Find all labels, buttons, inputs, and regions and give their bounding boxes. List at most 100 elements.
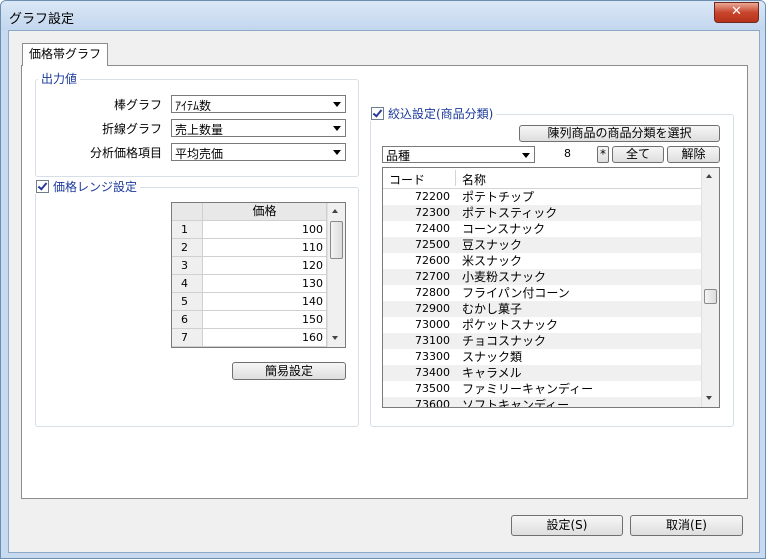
category-list-scrollbar[interactable] [701,168,719,407]
price-range-title: 価格レンジ設定 [53,180,138,194]
price-cell[interactable]: 140 [203,293,327,311]
price-cell[interactable]: 100 [203,221,327,239]
list-body: 72200 ポテトチップ 72300 ポテトスティック 72400 コーンスナック 7… [383,189,701,407]
list-item[interactable]: 72300 ポテトスティック [383,205,701,221]
item-code: 73000 [415,318,450,331]
select-all-button[interactable]: 全て [612,146,664,163]
row-number: 2 [172,239,203,257]
item-name: 米スナック [462,254,523,268]
price-range-group: 価格レンジ設定 価格 1 100 2 110 3 120 4 130 5 140… [33,180,359,427]
category-level-select[interactable]: 品種 [382,146,535,163]
client-area: 価格帯グラフ 出力値 棒グラフ ｱｲﾃﾑ数 折線グラフ 売上数量 分析価格項目 … [8,30,760,553]
checkbox-checked-icon [36,180,49,193]
item-name: 小麦粉スナック [462,270,547,284]
row-number: 7 [172,329,203,347]
ok-button[interactable]: 設定(S) [511,515,623,536]
bar-graph-value: ｱｲﾃﾑ数 [175,99,212,113]
list-item[interactable]: 72400 コーンスナック [383,221,701,237]
item-name: キャラメル [462,366,522,380]
bar-graph-select[interactable]: ｱｲﾃﾑ数 [171,95,346,113]
price-cell[interactable]: 150 [203,311,327,329]
item-code: 72900 [415,302,450,315]
analysis-price-select[interactable]: 平均売価 [171,143,346,161]
item-code: 72400 [415,222,450,235]
category-count-field[interactable]: 8 [540,146,575,163]
price-grid-scrollbar[interactable] [327,203,345,347]
item-name: スナック類 [462,350,523,364]
code-column-header[interactable]: コード [389,171,425,188]
chevron-down-icon [333,126,341,131]
close-button[interactable]: ✕ [714,2,759,23]
list-item[interactable]: 72800 フライパン付コーン [383,285,701,301]
price-range-checkbox[interactable]: 価格レンジ設定 [33,180,141,194]
list-item[interactable]: 73000 ポケットスナック [383,317,701,333]
item-code: 73500 [415,382,450,395]
easy-setting-button[interactable]: 簡易設定 [232,362,346,380]
category-list[interactable]: コード 名称 72200 ポテトチップ 72300 ポテトスティック 72400 コー… [382,167,720,408]
row-number: 6 [172,311,203,329]
list-item[interactable]: 72600 米スナック [383,253,701,269]
item-name: ファミリーキャンディー [462,382,594,396]
row-number: 5 [172,293,203,311]
list-item[interactable]: 72700 小麦粉スナック [383,269,701,285]
item-name: ポケットスナック [462,318,559,332]
row-number: 3 [172,257,203,275]
select-category-button[interactable]: 陳列商品の商品分類を選択 [519,125,720,142]
scroll-down-icon[interactable] [706,396,712,400]
scroll-thumb[interactable] [704,289,717,304]
price-cell[interactable]: 110 [203,239,327,257]
price-range-grid[interactable]: 価格 1 100 2 110 3 120 4 130 5 140 6 150 7… [171,202,346,348]
item-name: むかし菓子 [462,302,523,316]
filter-checkbox[interactable]: 絞込設定(商品分類) [368,107,497,121]
list-item[interactable]: 73400 キャラメル [383,365,701,381]
dialog-window: グラフ設定 ✕ 価格帯グラフ 出力値 棒グラフ ｱｲﾃﾑ数 折線グラフ 売上数量… [0,0,766,559]
item-name: ソフトキャンディー [462,398,570,407]
list-item[interactable]: 73300 スナック類 [383,349,701,365]
tab-price-band-graph[interactable]: 価格帯グラフ [22,43,108,66]
list-item[interactable]: 72900 むかし菓子 [383,301,701,317]
wildcard-button[interactable]: * [597,146,609,163]
list-header: コード 名称 [383,168,701,189]
list-item[interactable]: 73100 チョコスナック [383,333,701,349]
item-code: 73100 [415,334,450,347]
line-graph-label: 折線グラフ [101,122,162,136]
filter-title: 絞込設定(商品分類) [388,107,494,121]
item-code: 72700 [415,270,450,283]
scroll-up-icon[interactable] [706,174,712,178]
bar-graph-label: 棒グラフ [113,98,162,112]
title-bar[interactable]: グラフ設定 ✕ [1,1,765,30]
analysis-price-label: 分析価格項目 [89,146,162,160]
category-level-value: 品種 [386,149,411,163]
checkbox-checked-icon [371,107,384,120]
list-item[interactable]: 73500 ファミリーキャンディー [383,381,701,397]
item-name: フライパン付コーン [462,286,570,300]
chevron-down-icon [333,150,341,155]
chevron-down-icon [333,102,341,107]
scroll-thumb[interactable] [330,221,343,259]
list-item[interactable]: 72500 豆スナック [383,237,701,253]
row-number: 1 [172,221,203,239]
list-item[interactable]: 72200 ポテトチップ [383,189,701,205]
list-item[interactable]: 73600 ソフトキャンディー [383,397,701,407]
header-divider [455,170,456,186]
tab-panel: 出力値 棒グラフ ｱｲﾃﾑ数 折線グラフ 売上数量 分析価格項目 平均売価 価格… [21,65,748,499]
item-code: 73300 [415,350,450,363]
item-name: チョコスナック [462,334,547,348]
line-graph-select[interactable]: 売上数量 [171,119,346,137]
clear-button[interactable]: 解除 [667,146,720,163]
filter-group: 絞込設定(商品分類) 陳列商品の商品分類を選択 品種 8 * 全て 解除 コード… [368,107,734,427]
item-code: 73400 [415,366,450,379]
price-cell[interactable]: 130 [203,275,327,293]
scroll-down-icon[interactable] [332,336,338,340]
price-cell[interactable]: 160 [203,329,327,347]
name-column-header[interactable]: 名称 [462,171,486,188]
price-column-header[interactable]: 価格 [203,203,327,221]
item-code: 73600 [415,398,450,407]
cancel-button[interactable]: 取消(E) [630,515,743,536]
item-code: 72200 [415,190,450,203]
item-name: 豆スナック [462,238,523,252]
price-cell[interactable]: 120 [203,257,327,275]
scroll-up-icon[interactable] [332,209,338,213]
item-name: ポテトスティック [462,206,558,220]
row-number: 4 [172,275,203,293]
